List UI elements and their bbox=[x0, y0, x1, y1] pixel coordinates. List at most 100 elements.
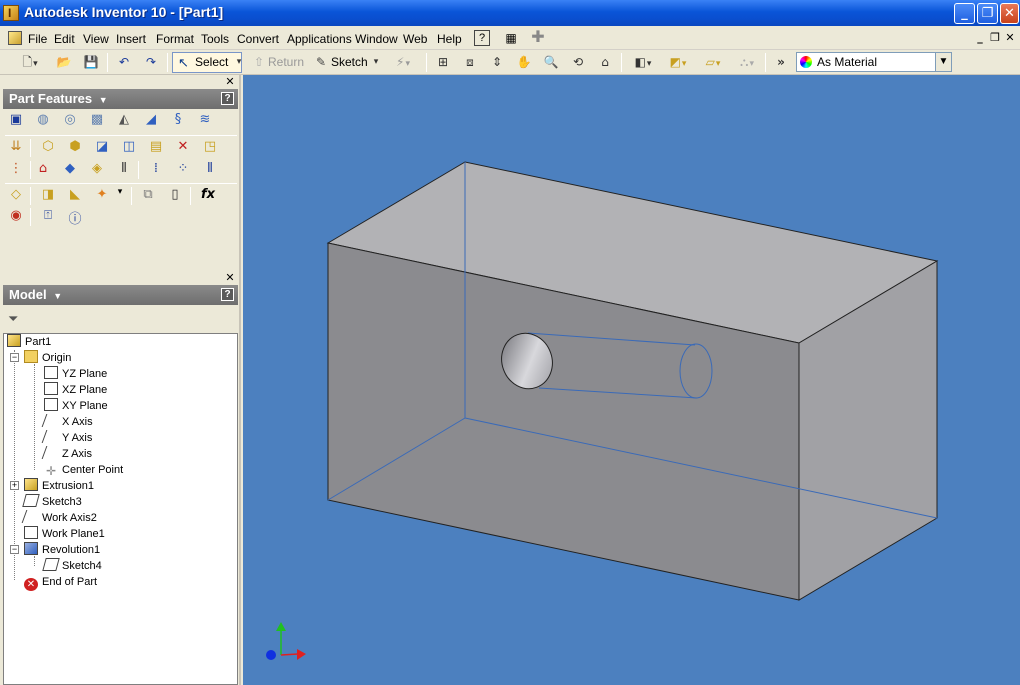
chevron-down-icon[interactable]: ▾ bbox=[115, 187, 125, 205]
tree-node-xy-plane[interactable]: XY Plane bbox=[44, 398, 108, 414]
coil-icon[interactable]: ⇊ bbox=[7, 139, 25, 157]
work-point-icon[interactable]: ◣ bbox=[66, 187, 84, 205]
sketch-icon[interactable]: ✎ bbox=[311, 53, 331, 72]
sweep-icon[interactable]: ≋ bbox=[196, 112, 214, 130]
return-icon[interactable]: ⇧ bbox=[249, 53, 269, 72]
mdi-restore-button[interactable]: ❐ bbox=[989, 32, 1001, 44]
insert-icon[interactable]: ⍐ bbox=[39, 208, 57, 226]
mdi-minimize-button[interactable]: _ bbox=[974, 32, 986, 44]
undo-icon[interactable]: ↶ bbox=[114, 53, 134, 72]
menu-convert[interactable]: Convert bbox=[237, 32, 279, 46]
look-at-icon[interactable]: ⌂ bbox=[595, 53, 615, 72]
model-close-icon[interactable]: ✕ bbox=[225, 272, 235, 283]
ground-plane-icon[interactable]: ▱ bbox=[698, 53, 728, 72]
tree-node-yz-plane[interactable]: YZ Plane bbox=[44, 366, 107, 382]
decal-icon[interactable]: ◆ bbox=[61, 161, 79, 179]
part-features-close-icon[interactable]: ✕ bbox=[225, 76, 235, 87]
chamfer-icon[interactable]: ⬢ bbox=[66, 139, 84, 157]
fix-point-icon[interactable]: ✦ bbox=[93, 187, 111, 205]
part-features-header[interactable]: Part Features ▼ ? bbox=[3, 89, 238, 109]
corner-icon[interactable]: ◳ bbox=[201, 139, 219, 157]
structure-icon[interactable]: ⛬ bbox=[733, 53, 761, 72]
collapse-revolution-toggle[interactable]: − bbox=[10, 545, 19, 554]
tree-node-sketch4[interactable]: Sketch4 bbox=[42, 558, 102, 574]
rib-icon[interactable]: ◢ bbox=[142, 112, 160, 130]
hole-icon[interactable]: ▩ bbox=[88, 112, 106, 130]
emboss-icon[interactable]: ⌂ bbox=[34, 161, 52, 179]
open-icon[interactable]: 📂 bbox=[54, 53, 74, 72]
derived-icon[interactable]: ◈ bbox=[88, 161, 106, 179]
zoom-window-icon[interactable]: ⧈ bbox=[460, 53, 480, 72]
work-axis-icon[interactable]: ◨ bbox=[39, 187, 57, 205]
model-header[interactable]: Model ▼ ? bbox=[3, 285, 238, 305]
tree-node-xz-plane[interactable]: XZ Plane bbox=[44, 382, 107, 398]
plus-icon[interactable]: ✚ bbox=[529, 30, 547, 46]
thicken-icon[interactable]: ⋮ bbox=[7, 161, 25, 179]
loft-icon[interactable]: § bbox=[169, 112, 187, 130]
new-icon[interactable]: 🗋 bbox=[16, 53, 44, 72]
menu-window[interactable]: Window bbox=[355, 32, 398, 46]
menu-applications[interactable]: Applications bbox=[287, 32, 352, 46]
revolve-icon[interactable]: ◎ bbox=[61, 112, 79, 130]
collapse-origin-toggle[interactable]: − bbox=[10, 353, 19, 362]
material-dropdown[interactable]: As Material ▼ bbox=[796, 52, 952, 72]
display-mode-icon[interactable]: ◧ bbox=[628, 53, 658, 72]
update-icon[interactable]: ⚡ bbox=[388, 53, 418, 72]
menu-view[interactable]: View bbox=[83, 32, 109, 46]
circular-pattern-icon[interactable]: ⁘ bbox=[174, 161, 192, 179]
tree-node-origin[interactable]: Origin bbox=[24, 350, 71, 366]
select-dropdown-icon[interactable]: ▾ bbox=[234, 53, 244, 72]
chevron-down-icon[interactable]: ▼ bbox=[935, 53, 951, 71]
menu-format[interactable]: Format bbox=[156, 32, 194, 46]
model-browser[interactable]: Part1 − Origin YZ Plane XZ Plane XY Plan… bbox=[3, 333, 238, 685]
tree-node-part1[interactable]: Part1 bbox=[7, 334, 51, 350]
parameters-fx-icon[interactable]: fx bbox=[199, 187, 217, 205]
calculator-icon[interactable]: ▦ bbox=[502, 30, 520, 46]
maximize-button[interactable]: ❐ bbox=[977, 3, 998, 24]
sketch-dropdown-icon[interactable]: ▾ bbox=[371, 53, 381, 72]
menu-help[interactable]: Help bbox=[437, 32, 462, 46]
tree-node-center-point[interactable]: ✛ Center Point bbox=[44, 462, 123, 478]
sketch-tool-icon[interactable]: ▣ bbox=[7, 112, 25, 130]
shell-icon[interactable]: ◭ bbox=[115, 112, 133, 130]
face-draft-icon[interactable]: ◪ bbox=[93, 139, 111, 157]
split-icon[interactable]: ◫ bbox=[120, 139, 138, 157]
menu-insert[interactable]: Insert bbox=[116, 32, 146, 46]
shadow-mode-icon[interactable]: ◩ bbox=[663, 53, 693, 72]
zoom-icon[interactable]: ⇕ bbox=[487, 53, 507, 72]
mirror-icon[interactable]: ⫴ bbox=[201, 161, 219, 179]
fillet-icon[interactable]: ⬡ bbox=[39, 139, 57, 157]
part-features-help-icon[interactable]: ? bbox=[221, 92, 234, 105]
extrude-icon[interactable]: ◍ bbox=[34, 112, 52, 130]
derived-component-icon[interactable]: ▯ bbox=[166, 187, 184, 205]
save-icon[interactable]: 💾 bbox=[81, 53, 101, 72]
work-plane-icon[interactable]: ◇ bbox=[7, 187, 25, 205]
tree-node-revolution1[interactable]: Revolution1 bbox=[24, 542, 100, 558]
rotate-icon[interactable]: ⟲ bbox=[568, 53, 588, 72]
document-icon[interactable] bbox=[8, 31, 22, 45]
promote-icon[interactable]: ⧉ bbox=[139, 187, 157, 205]
sketch-button[interactable]: Sketch bbox=[331, 54, 368, 71]
redo-icon[interactable]: ↷ bbox=[141, 53, 161, 72]
tree-node-extrusion1[interactable]: Extrusion1 bbox=[24, 478, 94, 494]
tree-node-x-axis[interactable]: X Axis bbox=[41, 414, 93, 430]
close-button[interactable]: ✕ bbox=[1000, 3, 1019, 24]
ifeature-icon[interactable]: ⦀ bbox=[115, 161, 133, 179]
menu-tools[interactable]: Tools bbox=[201, 32, 229, 46]
rectangular-pattern-icon[interactable]: ⁞ bbox=[147, 161, 165, 179]
tree-node-work-plane1[interactable]: Work Plane1 bbox=[24, 526, 105, 542]
select-button[interactable]: ↖ Select bbox=[172, 52, 242, 73]
mdi-close-button[interactable]: ✕ bbox=[1004, 32, 1016, 44]
tree-node-sketch3[interactable]: Sketch3 bbox=[22, 494, 82, 510]
help-topics-icon[interactable]: ? bbox=[474, 30, 490, 46]
create-component-icon[interactable]: ◉ bbox=[7, 208, 25, 226]
tree-node-work-axis2[interactable]: Work Axis2 bbox=[21, 510, 97, 526]
expand-extrusion-toggle[interactable]: + bbox=[10, 481, 19, 490]
menu-edit[interactable]: Edit bbox=[54, 32, 75, 46]
minimize-button[interactable]: _ bbox=[954, 3, 975, 24]
menu-web[interactable]: Web bbox=[403, 32, 427, 46]
model-help-icon[interactable]: ? bbox=[221, 288, 234, 301]
tree-node-z-axis[interactable]: Z Axis bbox=[41, 446, 92, 462]
delete-face-icon[interactable]: ✕ bbox=[174, 139, 192, 157]
next-icon[interactable]: » bbox=[771, 53, 791, 72]
